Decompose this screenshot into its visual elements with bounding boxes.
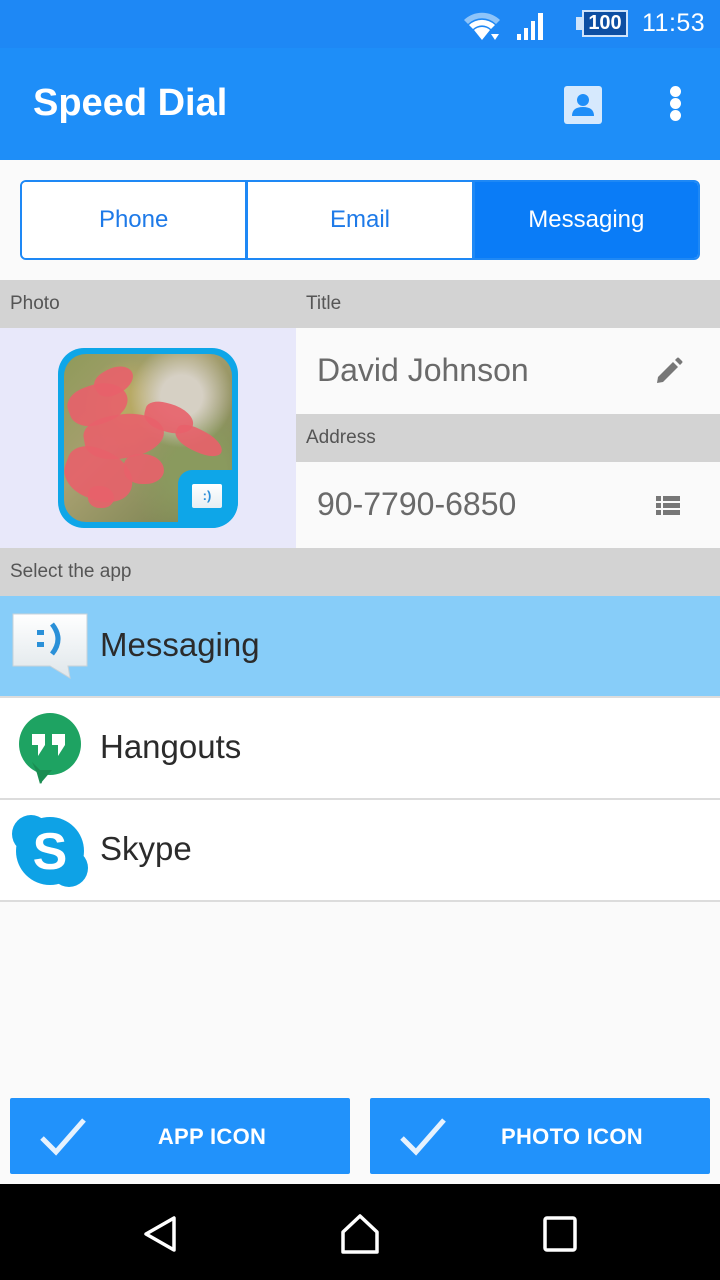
messaging-icon: [12, 613, 88, 679]
contact-button[interactable]: [564, 86, 602, 124]
select-app-label: Select the app: [0, 548, 720, 596]
battery-level: 100: [582, 10, 628, 37]
clock: 11:53: [642, 9, 706, 37]
list-icon[interactable]: [654, 490, 684, 520]
app-label: Messaging: [100, 626, 260, 663]
photo-icon-button[interactable]: PHOTO ICON: [370, 1098, 710, 1174]
hangouts-icon: [19, 713, 81, 784]
status-bar: 100 11:53: [0, 0, 720, 48]
more-options-button[interactable]: [660, 84, 692, 124]
photo-icon-label: PHOTO ICON: [501, 1124, 643, 1149]
title-section-label: Title: [296, 280, 720, 328]
app-item-skype[interactable]: S Skype: [0, 800, 720, 902]
app-icon-button[interactable]: APP ICON: [10, 1098, 350, 1174]
address-section-label: Address: [296, 414, 720, 462]
cell-signal-icon: [517, 13, 543, 40]
back-icon[interactable]: [140, 1214, 180, 1254]
app-item-hangouts[interactable]: Hangouts: [0, 698, 720, 800]
photo-panel: :): [0, 328, 296, 548]
contact-icon: [572, 94, 594, 116]
app-title: Speed Dial: [33, 82, 228, 124]
wifi-icon: [464, 12, 500, 40]
tab-phone[interactable]: Phone: [22, 182, 246, 258]
photo-badge: :): [178, 470, 238, 528]
address-value: 90-7790-6850: [317, 486, 517, 522]
app-icon-label: APP ICON: [157, 1124, 267, 1149]
recents-icon[interactable]: [540, 1214, 580, 1254]
app-bar: Speed Dial: [0, 48, 720, 160]
tab-email[interactable]: Email: [245, 182, 472, 258]
svg-text:S: S: [33, 823, 68, 881]
navigation-bar: [0, 1184, 720, 1280]
title-field[interactable]: David Johnson: [296, 328, 720, 414]
home-icon[interactable]: [340, 1214, 380, 1254]
app-label: Skype: [100, 830, 192, 867]
more-vert-icon: [670, 86, 681, 97]
messaging-badge-icon: :): [192, 484, 222, 508]
photo-section-label: Photo: [0, 280, 296, 328]
title-value: David Johnson: [317, 352, 529, 388]
skype-icon: S: [12, 815, 88, 887]
tab-messaging[interactable]: Messaging: [471, 182, 698, 258]
app-label: Hangouts: [100, 728, 242, 765]
app-item-messaging[interactable]: Messaging: [0, 596, 720, 698]
battery-icon: 100: [576, 10, 628, 38]
app-list: Messaging Hangouts S Skype: [0, 596, 720, 902]
address-field[interactable]: 90-7790-6850: [296, 462, 720, 548]
type-tabs: Phone Email Messaging: [20, 180, 700, 260]
contact-photo[interactable]: :): [58, 348, 238, 528]
edit-pencil-icon[interactable]: [654, 356, 684, 386]
